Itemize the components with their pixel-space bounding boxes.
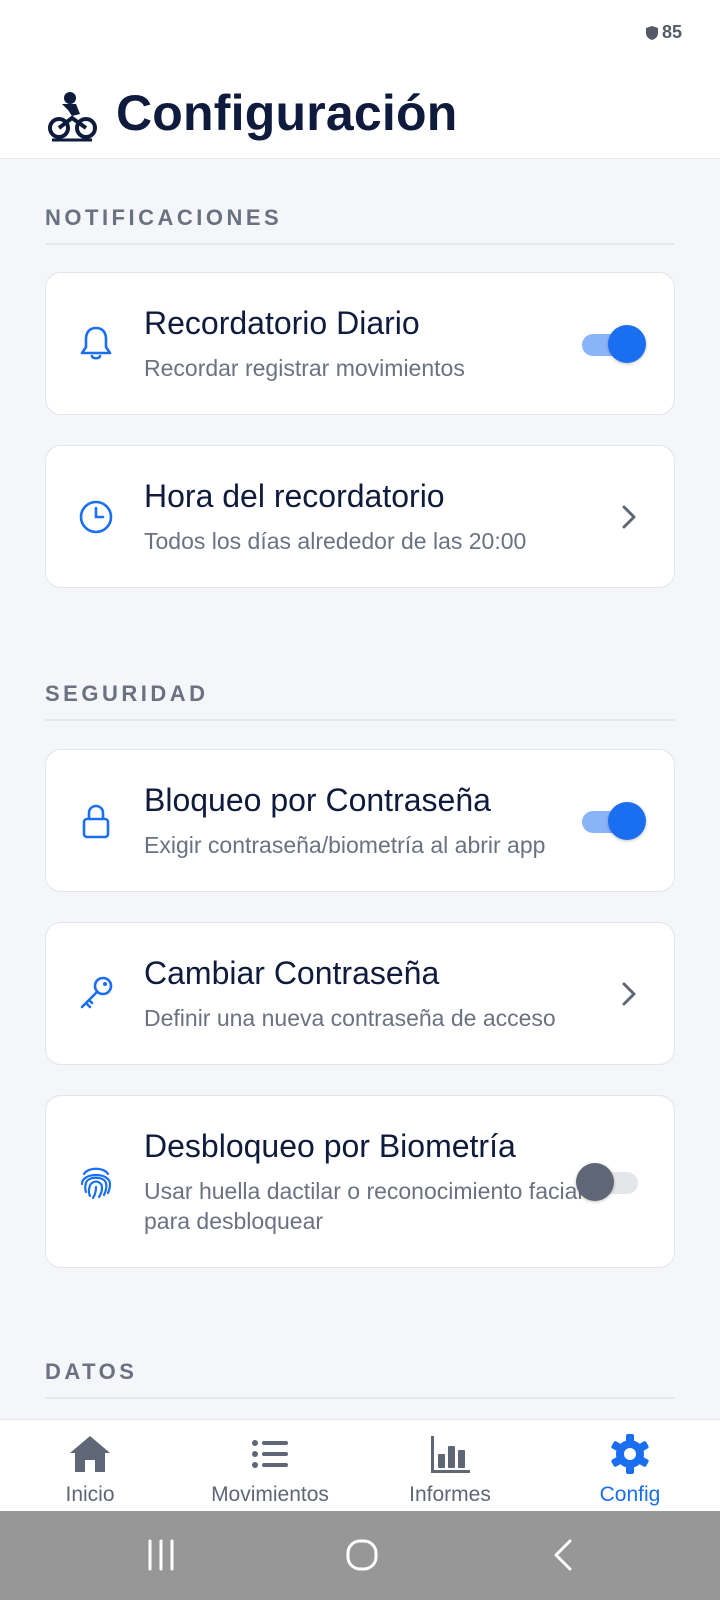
home-icon (70, 1436, 110, 1472)
setting-subtitle: Todos los días alrededor de las 20:00 (144, 528, 527, 554)
clock-icon (79, 500, 113, 534)
nav-tab-config[interactable]: Config (540, 1420, 720, 1512)
setting-title: Recordatorio Diario (144, 305, 420, 341)
section-title-security: SEGURIDAD (45, 681, 675, 721)
toggle-thumb (608, 325, 646, 363)
setting-reminder-time[interactable]: Hora del recordatorio Todos los días alr… (45, 445, 675, 588)
nav-label: Informes (409, 1483, 491, 1506)
fingerprint-icon (80, 1167, 112, 1200)
bar-chart-icon (431, 1436, 470, 1473)
toggle-thumb (608, 802, 646, 840)
section-title-notifications: NOTIFICACIONES (45, 205, 675, 245)
setting-title: Desbloqueo por Biometría (144, 1128, 516, 1164)
setting-subtitle: Exigir contraseña/biometría al abrir app (144, 832, 546, 858)
motorcycle-rider-icon (48, 92, 97, 142)
nav-tab-informes[interactable]: Informes (360, 1420, 540, 1512)
setting-change-password[interactable]: Cambiar Contraseña Definir una nueva con… (45, 922, 675, 1065)
system-navigation-bar (0, 1511, 720, 1600)
setting-subtitle: Definir una nueva contraseña de acceso (144, 1005, 556, 1031)
setting-title: Cambiar Contraseña (144, 955, 440, 991)
battery-level: 85 (661, 22, 682, 42)
bell-icon (80, 326, 112, 360)
setting-title: Bloqueo por Contraseña (144, 782, 491, 818)
settings-content[interactable]: NOTIFICACIONES Recordatorio Diario Recor… (0, 159, 720, 1419)
nav-label: Inicio (65, 1483, 115, 1506)
page-title: Configuración (116, 85, 458, 141)
chevron-right-icon (622, 505, 636, 529)
home-button-icon[interactable] (344, 1537, 380, 1573)
password-lock-toggle[interactable] (582, 802, 646, 840)
recent-apps-icon[interactable] (146, 1537, 176, 1573)
section-title-data: DATOS (45, 1359, 675, 1399)
setting-biometric-unlock[interactable]: Desbloqueo por Biometría Usar huella dac… (45, 1095, 675, 1268)
app-header: Configuración (0, 70, 720, 159)
daily-reminder-toggle[interactable] (582, 325, 646, 363)
setting-subtitle: Recordar registrar movimientos (144, 355, 465, 381)
setting-daily-reminder[interactable]: Recordatorio Diario Recordar registrar m… (45, 272, 675, 415)
bottom-navigation: Inicio Movimientos Informes Config (0, 1419, 720, 1511)
toggle-thumb (576, 1163, 614, 1201)
lock-icon (82, 804, 110, 839)
nav-tab-movimientos[interactable]: Movimientos (180, 1420, 360, 1512)
status-bar: 85 (0, 0, 720, 70)
setting-subtitle: Usar huella dactilar o reconocimiento fa… (144, 1178, 583, 1234)
list-icon (252, 1440, 288, 1468)
shield-icon (645, 25, 658, 40)
setting-title: Hora del recordatorio (144, 478, 445, 514)
setting-password-lock[interactable]: Bloqueo por Contraseña Exigir contraseña… (45, 749, 675, 892)
nav-label: Config (599, 1483, 661, 1506)
biometric-unlock-toggle[interactable] (576, 1163, 638, 1201)
battery-indicator: 85 (645, 22, 682, 43)
back-button-icon[interactable] (550, 1537, 576, 1573)
chevron-right-icon (622, 982, 636, 1006)
nav-label: Movimientos (211, 1483, 329, 1506)
key-icon (80, 976, 113, 1009)
gear-icon (611, 1434, 649, 1474)
nav-tab-inicio[interactable]: Inicio (0, 1420, 180, 1512)
